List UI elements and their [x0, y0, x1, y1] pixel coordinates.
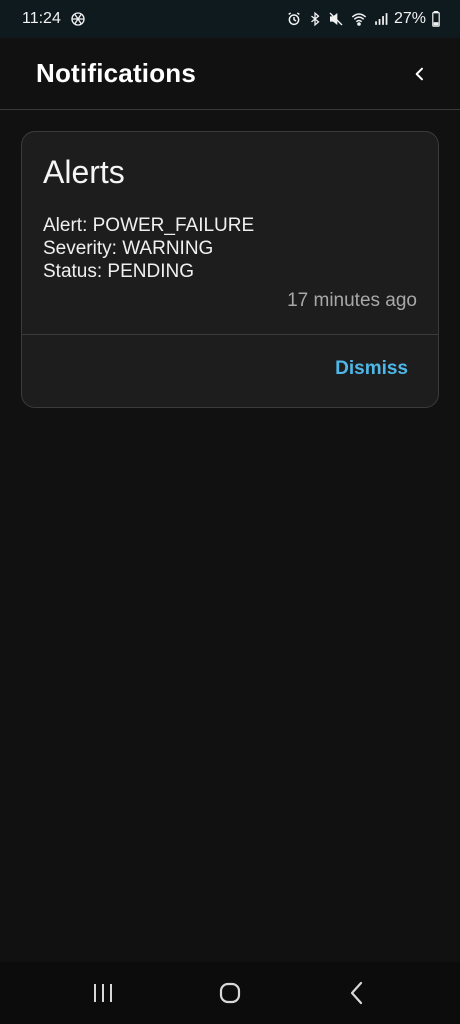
- timestamp: 17 minutes ago: [287, 290, 417, 311]
- card-title: Alerts: [43, 154, 125, 190]
- signal-icon: [374, 12, 388, 26]
- bluetooth-icon: [308, 11, 322, 27]
- alarm-icon: [286, 11, 302, 27]
- back-icon: [350, 981, 362, 1005]
- wifi-icon: [350, 11, 368, 27]
- page-title: Notifications: [36, 58, 197, 88]
- system-nav-bar: [0, 962, 460, 1024]
- app-header: Notifications: [0, 38, 460, 110]
- chevron-left-icon: [415, 67, 423, 80]
- status-bar: 11:24 27%: [0, 0, 460, 38]
- card-divider: [22, 334, 438, 335]
- alert-severity: Severity: WARNING: [43, 238, 214, 259]
- home-icon: [219, 982, 241, 1004]
- battery-percent: 27%: [393, 10, 426, 27]
- home-button[interactable]: [200, 968, 260, 1018]
- chatgpt-icon: [69, 10, 87, 28]
- back-button[interactable]: [404, 58, 436, 90]
- notification-card: Alerts Alert: POWER_FAILURE Severity: WA…: [21, 131, 439, 408]
- recent-apps-button[interactable]: [73, 968, 133, 1018]
- alert-details: Alert: POWER_FAILURE Severity: WARNING S…: [43, 214, 254, 283]
- battery-icon: [432, 11, 440, 27]
- system-back-button[interactable]: [327, 968, 387, 1018]
- recent-apps-icon: [94, 984, 113, 1002]
- status-time: 11:24: [22, 10, 61, 27]
- alert-type: Alert: POWER_FAILURE: [43, 215, 255, 236]
- mute-icon: [328, 11, 344, 27]
- alert-status: Status: PENDING: [43, 261, 194, 282]
- dismiss-button[interactable]: Dismiss: [335, 358, 408, 380]
